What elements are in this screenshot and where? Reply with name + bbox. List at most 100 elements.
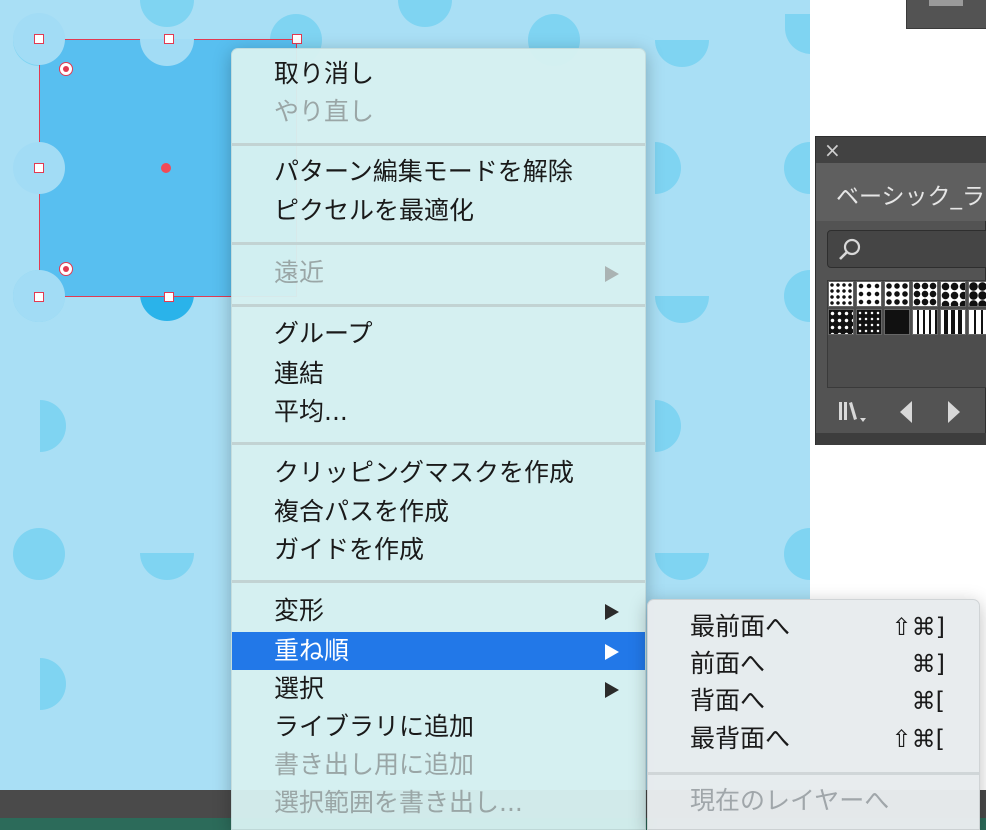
menu-item[interactable]: 変形: [232, 592, 645, 630]
menu-item-label: 選択範囲を書き出し...: [274, 788, 523, 817]
pattern-shape: [40, 658, 66, 710]
shortcut-label: ⇧⌘[: [891, 725, 945, 753]
pattern-shape: [655, 400, 681, 452]
corner-radius-widget[interactable]: [59, 62, 73, 76]
swatch[interactable]: [884, 309, 910, 335]
pattern-shape: [655, 40, 709, 67]
context-menu[interactable]: 取り消しやり直しパターン編集モードを解除 ピクセルを最適化遠近グループ連結 平均..…: [231, 48, 646, 830]
panel-title: ベーシック_ライ: [836, 184, 986, 210]
menu-item[interactable]: クリッピングマスクを作成: [232, 454, 645, 492]
submenu-item[interactable]: 前面へ ⌘]: [648, 645, 979, 683]
pattern-shape: [784, 528, 810, 580]
menu-item[interactable]: 選択範囲を書き出し...: [232, 784, 645, 822]
swatch[interactable]: [912, 309, 938, 335]
library-panel[interactable]: × ベーシック_ライ: [815, 136, 986, 445]
shortcut-label: ⌘[: [911, 687, 945, 715]
menu-item-label: 変形: [274, 596, 325, 625]
menu-item-label: 選択: [274, 674, 325, 703]
menu-item[interactable]: やり直し: [232, 93, 645, 131]
resize-handle-bottom[interactable]: [164, 292, 174, 302]
menu-item[interactable]: 重ね順: [232, 632, 645, 670]
menu-item[interactable]: 複合パスを作成: [232, 493, 645, 531]
menu-item[interactable]: 連結: [232, 355, 645, 393]
next-icon[interactable]: [944, 400, 964, 424]
submenu-item[interactable]: 最背面へ ⇧⌘[: [648, 720, 979, 758]
menu-item[interactable]: 選択: [232, 670, 645, 708]
close-icon[interactable]: ×: [824, 137, 841, 163]
submenu-arrow-icon: [605, 604, 619, 620]
menu-item-label: ガイドを作成: [274, 535, 425, 564]
menu-item[interactable]: ライブラリに追加: [232, 708, 645, 746]
pattern-shape: [784, 270, 810, 322]
library-menu-icon[interactable]: [838, 400, 868, 424]
menu-item-label: 取り消し: [274, 59, 375, 88]
panel-tab[interactable]: ベーシック_ライ: [816, 163, 986, 221]
pattern-shape: [655, 142, 681, 194]
menu-item-label: グループ: [274, 319, 373, 348]
menu-separator: [232, 304, 645, 307]
resize-handle-left[interactable]: [34, 163, 44, 173]
swatch[interactable]: [940, 281, 966, 307]
menu-item-label: やり直し: [274, 97, 375, 126]
menu-item-label: クリッピングマスクを作成: [274, 458, 575, 487]
menu-item[interactable]: グループ: [232, 315, 645, 353]
swatch[interactable]: [856, 281, 882, 307]
top-panel-fragment: [906, 0, 986, 29]
menu-item-label: ライブラリに追加: [274, 712, 475, 741]
submenu-item[interactable]: 最前面へ ⇧⌘]: [648, 608, 979, 646]
resize-handle-top[interactable]: [164, 34, 174, 44]
pattern-shape: [40, 400, 66, 452]
submenu-item[interactable]: 現在のレイヤーへ: [648, 782, 979, 820]
center-point: [161, 163, 171, 173]
pattern-shape: [655, 296, 709, 323]
panel-titlebar[interactable]: ×: [816, 137, 986, 163]
shortcut-label: ⌘]: [911, 650, 945, 678]
pattern-shape: [140, 553, 194, 580]
arrange-submenu[interactable]: 最前面へ ⇧⌘] 前面へ ⌘] 背面へ ⌘[ 最背面へ ⇧⌘[ 現在のレイヤーへ: [647, 599, 980, 830]
menu-separator: [232, 580, 645, 583]
menu-item[interactable]: 取り消し: [232, 55, 645, 93]
menu-separator: [232, 242, 645, 245]
swatch[interactable]: [912, 281, 938, 307]
resize-handle-top-left[interactable]: [34, 34, 44, 44]
menu-item[interactable]: ガイドを作成: [232, 531, 645, 569]
submenu-item-label: 前面へ: [690, 649, 766, 678]
resize-handle-top-right[interactable]: [292, 34, 302, 44]
panel-toolbar: [816, 392, 986, 432]
corner-radius-widget[interactable]: [59, 262, 73, 276]
search-icon: [839, 238, 861, 260]
menu-item-label: 複合パスを作成: [274, 497, 450, 526]
swatch[interactable]: [828, 309, 854, 335]
pattern-shape: [785, 14, 810, 54]
pattern-shape: [140, 0, 194, 27]
swatch[interactable]: [968, 281, 986, 307]
menu-item-label: ピクセルを最適化: [274, 196, 475, 225]
submenu-item-label: 背面へ: [690, 686, 766, 715]
menu-item[interactable]: 遠近: [232, 254, 645, 292]
submenu-item[interactable]: 背面へ ⌘[: [648, 682, 979, 720]
swatch[interactable]: [828, 281, 854, 307]
submenu-item-label: 現在のレイヤーへ: [690, 786, 890, 815]
swatch[interactable]: [968, 309, 986, 335]
menu-item[interactable]: 平均...: [232, 393, 645, 431]
menu-item[interactable]: パターン編集モードを解除: [232, 153, 645, 191]
swatch[interactable]: [884, 281, 910, 307]
swatch[interactable]: [856, 309, 882, 335]
pattern-shape: [13, 528, 65, 580]
submenu-arrow-icon: [605, 644, 619, 660]
resize-handle-bottom-left[interactable]: [34, 292, 44, 302]
menu-separator: [648, 772, 979, 775]
menu-separator: [232, 442, 645, 445]
previous-icon[interactable]: [896, 400, 916, 424]
menu-item-label: 書き出し用に追加: [274, 750, 475, 779]
search-input[interactable]: [827, 230, 986, 268]
swatch-grid[interactable]: [827, 280, 986, 388]
submenu-item-label: 最背面へ: [690, 724, 791, 753]
shortcut-label: ⇧⌘]: [891, 613, 945, 641]
pattern-shape: [655, 553, 709, 580]
menu-item[interactable]: 書き出し用に追加: [232, 746, 645, 784]
menu-separator: [232, 143, 645, 146]
swatch[interactable]: [940, 309, 966, 335]
menu-item-label: パターン編集モードを解除: [274, 157, 573, 186]
menu-item[interactable]: ピクセルを最適化: [232, 192, 645, 230]
